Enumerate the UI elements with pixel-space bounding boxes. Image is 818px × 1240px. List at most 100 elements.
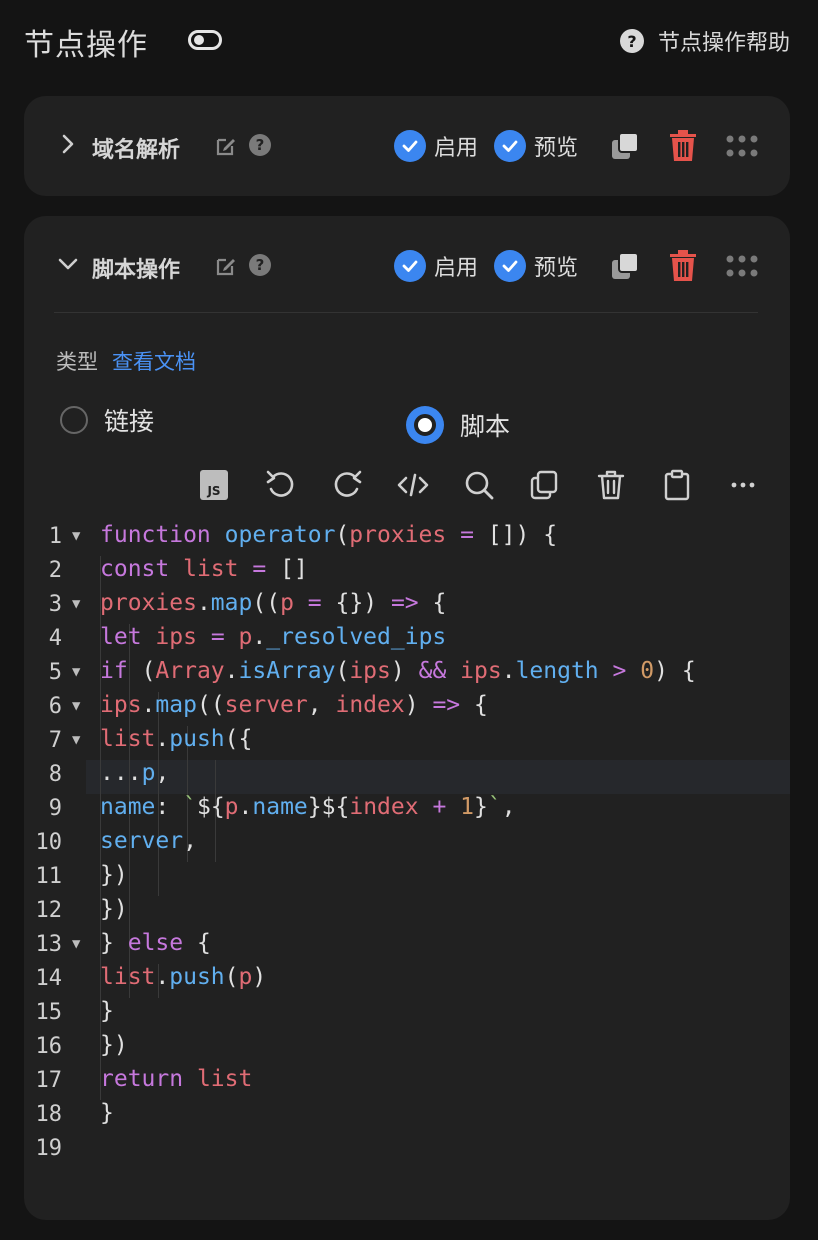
line-number: 5 [48, 660, 62, 685]
js-file-icon[interactable]: JS [198, 468, 232, 502]
fold-arrow-icon[interactable]: ▼ [72, 664, 80, 680]
code-line: } else { [100, 930, 211, 956]
preview-label: 预览 [534, 136, 579, 161]
trash-icon[interactable] [669, 130, 697, 162]
page-title: 节点操作 [24, 28, 148, 63]
code-line: if (Array.isArray(ips) && ips.length > 0… [100, 658, 696, 684]
operation-card-script: 脚本操作 ? 启用 预览 类型 查看文档 链接 脚本 JS 1 2 3 4 5 … [24, 216, 790, 1220]
line-number: 18 [35, 1102, 63, 1127]
code-line: ...p, [100, 760, 170, 786]
check-icon [494, 250, 526, 282]
radio-unchecked-icon [60, 406, 88, 434]
code-line: let ips = p._resolved_ips [100, 624, 447, 650]
enable-label: 启用 [434, 256, 479, 281]
radio-label: 链接 [104, 407, 155, 436]
drag-handle-icon[interactable] [726, 255, 758, 277]
line-number: 10 [35, 830, 63, 855]
code-icon[interactable] [396, 468, 430, 502]
enable-checkbox[interactable]: 启用 [394, 250, 478, 282]
line-number: 9 [48, 796, 62, 821]
undo-icon[interactable] [264, 468, 298, 502]
toggle-knob [194, 35, 204, 45]
svg-text:JS: JS [206, 484, 220, 498]
code-line: server, [100, 828, 197, 854]
edit-icon[interactable] [214, 254, 238, 278]
header: 节点操作 ? 节点操作帮助 [0, 0, 818, 84]
code-line: }) [100, 862, 128, 888]
line-number: 1 [48, 524, 62, 549]
trash-icon[interactable] [669, 250, 697, 282]
redo-icon[interactable] [330, 468, 364, 502]
view-docs-link[interactable]: 查看文档 [112, 346, 196, 376]
line-number: 6 [48, 694, 62, 719]
code-line: } [100, 998, 114, 1024]
check-icon [394, 130, 426, 162]
help-icon[interactable]: ? [249, 134, 271, 156]
fold-arrow-icon[interactable]: ▼ [72, 936, 80, 952]
fold-arrow-icon[interactable]: ▼ [72, 596, 80, 612]
copy-icon[interactable] [610, 251, 640, 281]
line-number: 3 [48, 592, 62, 617]
type-label: 类型 [56, 350, 98, 374]
radio-checked-icon [406, 406, 444, 444]
more-icon[interactable] [726, 468, 760, 502]
line-number: 7 [48, 728, 62, 753]
line-number: 8 [48, 762, 62, 787]
code-line: return list [100, 1066, 253, 1092]
check-icon [494, 130, 526, 162]
preview-checkbox[interactable]: 预览 [494, 130, 578, 162]
code-line: const list = [] [100, 556, 308, 582]
chevron-down-icon[interactable] [56, 252, 80, 276]
help-link[interactable]: ? 节点操作帮助 [619, 26, 790, 56]
help-label: 节点操作帮助 [657, 31, 790, 56]
drag-handle-icon[interactable] [726, 135, 758, 157]
line-number: 15 [35, 1000, 63, 1025]
code-line: }) [100, 896, 128, 922]
help-icon: ? [619, 29, 644, 53]
code-line: name: `${p.name}${index + 1}`, [100, 794, 516, 820]
active-line-highlight [86, 760, 790, 794]
line-number: 11 [35, 864, 63, 889]
edit-icon[interactable] [214, 134, 238, 158]
line-number: 4 [48, 626, 62, 651]
operation-card-dns: 域名解析 ? 启用 预览 [24, 96, 790, 196]
preview-label: 预览 [534, 256, 579, 281]
line-number: 12 [35, 898, 63, 923]
preview-checkbox[interactable]: 预览 [494, 250, 578, 282]
code-line: proxies.map((p = {}) => { [100, 590, 447, 616]
code-line: function operator(proxies = []) { [100, 522, 558, 548]
radio-script[interactable]: 脚本 [406, 406, 510, 444]
enable-label: 启用 [434, 136, 479, 161]
divider [54, 312, 758, 313]
line-number: 14 [35, 966, 63, 991]
line-number: 13 [35, 932, 63, 957]
operation-header: 域名解析 ? 启用 预览 [24, 96, 790, 196]
code-line: ips.map((server, index) => { [100, 692, 488, 718]
check-icon [394, 250, 426, 282]
radio-label: 脚本 [460, 412, 511, 441]
trash-icon[interactable] [594, 468, 628, 502]
fold-arrow-icon[interactable]: ▼ [72, 528, 80, 544]
operation-title: 域名解析 [92, 138, 181, 163]
radio-link[interactable]: 链接 [60, 402, 154, 438]
copy-icon[interactable] [610, 131, 640, 161]
operation-title: 脚本操作 [92, 258, 181, 283]
toggle-switch[interactable] [188, 30, 222, 50]
help-icon[interactable]: ? [249, 254, 271, 276]
code-line: list.push({ [100, 726, 253, 752]
line-number: 16 [35, 1034, 63, 1059]
clipboard-icon[interactable] [660, 468, 694, 502]
code-line: } [100, 1100, 114, 1126]
editor-toolbar: JS [198, 468, 778, 504]
copy-icon[interactable] [528, 468, 562, 502]
fold-arrow-icon[interactable]: ▼ [72, 732, 80, 748]
search-icon[interactable] [462, 468, 496, 502]
code-editor[interactable]: 1 2 3 4 5 6 7 8 9 10 11 12 13 14 15 16 1… [24, 522, 790, 1162]
fold-arrow-icon[interactable]: ▼ [72, 698, 80, 714]
code-line: }) [100, 1032, 128, 1058]
operation-header: 脚本操作 ? 启用 预览 [24, 216, 790, 316]
line-number: 2 [48, 558, 62, 583]
chevron-right-icon[interactable] [56, 132, 80, 156]
enable-checkbox[interactable]: 启用 [394, 130, 478, 162]
line-number: 19 [35, 1136, 63, 1161]
